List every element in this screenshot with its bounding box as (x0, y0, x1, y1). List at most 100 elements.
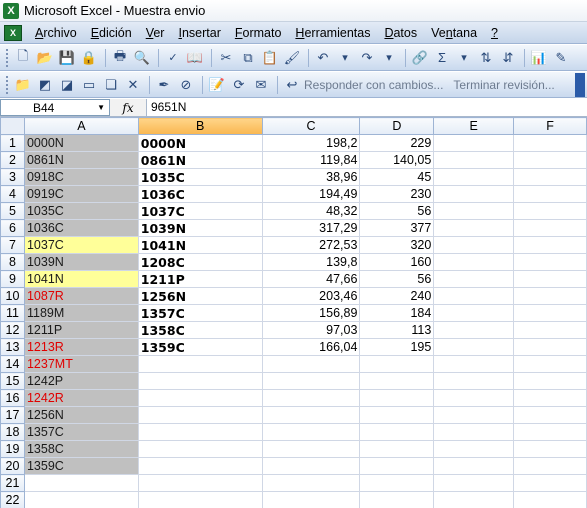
menu-item-insertar[interactable]: Insertar (171, 26, 227, 40)
row-header[interactable]: 7 (0, 236, 25, 254)
cell-d21[interactable] (359, 474, 435, 492)
cell-a15[interactable]: 1242P (23, 372, 139, 390)
cell-e9[interactable] (433, 270, 515, 288)
save-icon[interactable]: 💾 (57, 48, 77, 68)
cell-b21[interactable] (137, 474, 263, 492)
cell-e21[interactable] (433, 474, 515, 492)
cell-f9[interactable] (513, 270, 587, 288)
cell-d9[interactable]: 56 (359, 270, 435, 288)
cell-d16[interactable] (359, 389, 435, 407)
update-file-icon[interactable]: ⟳ (229, 75, 249, 95)
column-header-c[interactable]: C (261, 117, 361, 135)
edit-icon[interactable]: 📝 (207, 75, 227, 95)
cell-e5[interactable] (433, 202, 515, 220)
cell-e3[interactable] (433, 168, 515, 186)
cell-f3[interactable] (513, 168, 587, 186)
insert-function-icon[interactable]: fx (110, 101, 146, 115)
cell-b5[interactable]: 1037C (137, 202, 263, 220)
cell-a12[interactable]: 1211P (23, 321, 139, 339)
cell-f22[interactable] (513, 491, 587, 508)
redo-dropdown-icon[interactable]: ▾ (379, 48, 399, 68)
cell-a16[interactable]: 1242R (23, 389, 139, 407)
cell-e18[interactable] (433, 423, 515, 441)
cell-a14[interactable]: 1237MT (23, 355, 139, 373)
cell-e12[interactable] (433, 321, 515, 339)
new-icon[interactable]: 🗋 (13, 48, 33, 68)
cell-c21[interactable] (261, 474, 361, 492)
cell-c14[interactable] (261, 355, 361, 373)
menu-item-ventana[interactable]: Ventana (424, 26, 484, 40)
chart-wizard-icon[interactable]: 📊 (529, 48, 549, 68)
reply-changes-icon[interactable]: ↩ (282, 75, 302, 95)
cell-b14[interactable] (137, 355, 263, 373)
cell-b16[interactable] (137, 389, 263, 407)
ink-icon[interactable]: ✒ (154, 75, 174, 95)
cell-f2[interactable] (513, 151, 587, 169)
cell-b19[interactable] (137, 440, 263, 458)
toolbar-grip[interactable] (6, 75, 9, 94)
cell-f12[interactable] (513, 321, 587, 339)
cell-f5[interactable] (513, 202, 587, 220)
cell-e8[interactable] (433, 253, 515, 271)
cell-c18[interactable] (261, 423, 361, 441)
cell-f15[interactable] (513, 372, 587, 390)
row-header[interactable]: 3 (0, 168, 25, 186)
cell-a20[interactable]: 1359C (23, 457, 139, 475)
column-header-d[interactable]: D (359, 117, 435, 135)
cell-b11[interactable]: 1357C (137, 304, 263, 322)
open-icon[interactable]: 📂 (35, 48, 55, 68)
cell-c9[interactable]: 47,66 (261, 270, 361, 288)
row-header[interactable]: 8 (0, 253, 25, 271)
cell-c22[interactable] (261, 491, 361, 508)
row-header[interactable]: 12 (0, 321, 25, 339)
cell-d7[interactable]: 320 (359, 236, 435, 254)
row-header[interactable]: 5 (0, 202, 25, 220)
cell-a19[interactable]: 1358C (23, 440, 139, 458)
cell-c12[interactable]: 97,03 (261, 321, 361, 339)
cell-c10[interactable]: 203,46 (261, 287, 361, 305)
cell-a4[interactable]: 0919C (23, 185, 139, 203)
cell-a22[interactable] (23, 491, 139, 508)
row-header[interactable]: 13 (0, 338, 25, 356)
drawing-icon[interactable]: ✎ (551, 48, 571, 68)
cell-c3[interactable]: 38,96 (261, 168, 361, 186)
undo-dropdown-icon[interactable]: ▾ (335, 48, 355, 68)
row-header[interactable]: 20 (0, 457, 25, 475)
reply-changes-button[interactable]: Responder con cambios... (304, 78, 443, 92)
cell-b1[interactable]: 0000N (137, 134, 263, 152)
paste-icon[interactable]: 📋 (260, 48, 280, 68)
cell-f17[interactable] (513, 406, 587, 424)
cell-f20[interactable] (513, 457, 587, 475)
next-comment-icon[interactable]: ◪ (57, 75, 77, 95)
cell-b7[interactable]: 1041N (137, 236, 263, 254)
menu-item-[interactable]: ? (484, 26, 505, 40)
cell-d13[interactable]: 195 (359, 338, 435, 356)
cell-d5[interactable]: 56 (359, 202, 435, 220)
cell-f13[interactable] (513, 338, 587, 356)
row-header[interactable]: 15 (0, 372, 25, 390)
cell-c6[interactable]: 317,29 (261, 219, 361, 237)
cell-a6[interactable]: 1036C (23, 219, 139, 237)
show-comment-icon[interactable]: ▭ (79, 75, 99, 95)
cell-c11[interactable]: 156,89 (261, 304, 361, 322)
row-header[interactable]: 10 (0, 287, 25, 305)
cell-b22[interactable] (137, 491, 263, 508)
cell-a18[interactable]: 1357C (23, 423, 139, 441)
mail-recipient-icon[interactable]: ✉ (251, 75, 271, 95)
cell-a7[interactable]: 1037C (23, 236, 139, 254)
column-header-f[interactable]: F (513, 117, 587, 135)
cell-d11[interactable]: 184 (359, 304, 435, 322)
row-header[interactable]: 17 (0, 406, 25, 424)
cell-b4[interactable]: 1036C (137, 185, 263, 203)
cell-e7[interactable] (433, 236, 515, 254)
cell-e10[interactable] (433, 287, 515, 305)
cell-f10[interactable] (513, 287, 587, 305)
cell-c19[interactable] (261, 440, 361, 458)
cell-b20[interactable] (137, 457, 263, 475)
cell-a10[interactable]: 1087R (23, 287, 139, 305)
row-header[interactable]: 6 (0, 219, 25, 237)
format-painter-icon[interactable]: 🖌 (282, 48, 302, 68)
autosum-icon[interactable]: Σ (432, 48, 452, 68)
cell-e2[interactable] (433, 151, 515, 169)
cell-b6[interactable]: 1039N (137, 219, 263, 237)
